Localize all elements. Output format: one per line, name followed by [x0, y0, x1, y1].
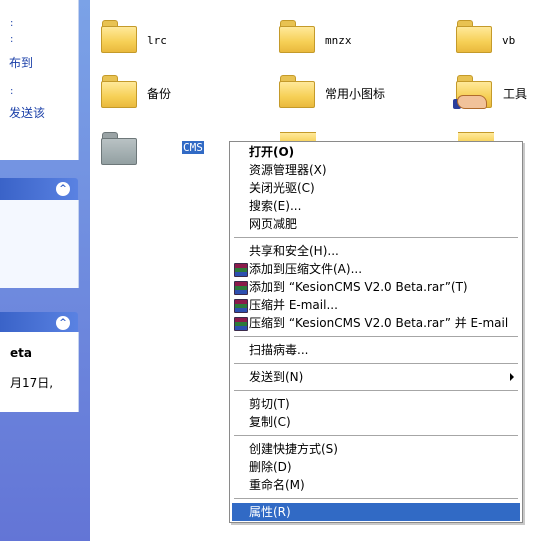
task-pane: : : 布到 : 发送该 ^ ^ eta 月17日,	[0, 0, 90, 541]
menu-item-send-to[interactable]: 发送到(N)	[232, 368, 520, 386]
collapse-chevron-icon[interactable]: ^	[56, 316, 70, 330]
menu-item-compress-email[interactable]: 压缩并 E-mail...	[232, 296, 520, 314]
task-panel-file-tasks: : : 布到 : 发送该	[0, 0, 79, 160]
menu-separator	[234, 435, 518, 436]
menu-item-explorer[interactable]: 资源管理器(X)	[232, 161, 520, 179]
folder-label: lrc	[147, 34, 167, 47]
menu-item-open[interactable]: 打开(O)	[232, 143, 520, 161]
menu-separator	[234, 237, 518, 238]
task-panel-details: eta 月17日,	[0, 332, 79, 412]
task-panel-other-places	[0, 200, 79, 288]
menu-item-add-to-rar[interactable]: 添加到 “KesionCMS V2.0 Beta.rar”(T)	[232, 278, 520, 296]
menu-separator	[234, 336, 518, 337]
menu-item-properties[interactable]: 属性(R)	[232, 503, 520, 521]
task-link-publish[interactable]: 布到	[9, 54, 33, 71]
task-panel-header-details[interactable]: ^	[0, 312, 78, 334]
menu-separator	[234, 390, 518, 391]
menu-item-create-shortcut[interactable]: 创建快捷方式(S)	[232, 440, 520, 458]
menu-item-search[interactable]: 搜索(E)...	[232, 197, 520, 215]
folder-label: mnzx	[325, 34, 352, 47]
winrar-icon	[234, 263, 248, 277]
menu-item-sharing[interactable]: 共享和安全(H)...	[232, 242, 520, 260]
menu-item-scan-virus[interactable]: 扫描病毒...	[232, 341, 520, 359]
folder-icon	[455, 18, 493, 53]
winrar-icon	[234, 299, 248, 313]
task-panel-header-other-places[interactable]: ^	[0, 178, 78, 200]
menu-separator	[234, 498, 518, 499]
details-title: eta	[10, 346, 32, 360]
folder-label: 备份	[147, 87, 172, 101]
winrar-icon	[234, 317, 248, 331]
folder-icon	[100, 73, 138, 108]
menu-item-compress-rar-email[interactable]: 压缩到 “KesionCMS V2.0 Beta.rar” 并 E-mail	[232, 314, 520, 332]
submenu-arrow-icon	[510, 373, 514, 381]
collapse-chevron-icon[interactable]: ^	[56, 182, 70, 196]
folder-label: 工具	[503, 87, 528, 101]
menu-item-eject[interactable]: 关闭光驱(C)	[232, 179, 520, 197]
folder-icon	[278, 18, 316, 53]
task-text-fragment: :	[10, 86, 14, 97]
menu-item-add-archive[interactable]: 添加到压缩文件(A)...	[232, 260, 520, 278]
task-text-fragment: :	[10, 34, 14, 45]
shared-folder-icon	[453, 73, 493, 109]
menu-item-cut[interactable]: 剪切(T)	[232, 395, 520, 413]
folder-icon	[100, 18, 138, 53]
menu-item-weight-loss[interactable]: 网页减肥	[232, 215, 520, 233]
share-hand-icon	[457, 95, 487, 109]
menu-item-delete[interactable]: 删除(D)	[232, 458, 520, 476]
folder-label-selected[interactable]: CMS	[182, 141, 204, 154]
details-date: 月17日,	[10, 376, 54, 390]
winrar-icon	[234, 281, 248, 295]
menu-item-rename[interactable]: 重命名(M)	[232, 476, 520, 494]
menu-item-copy[interactable]: 复制(C)	[232, 413, 520, 431]
folder-label: vb	[502, 34, 516, 47]
context-menu: 打开(O) 资源管理器(X) 关闭光驱(C) 搜索(E)... 网页减肥 共享和…	[229, 141, 523, 523]
menu-separator	[234, 363, 518, 364]
folder-icon	[278, 73, 316, 108]
task-link-email[interactable]: 发送该	[9, 104, 45, 121]
folder-icon	[100, 130, 138, 165]
task-text-fragment: :	[10, 18, 14, 29]
folder-label: 常用小图标	[325, 87, 386, 101]
